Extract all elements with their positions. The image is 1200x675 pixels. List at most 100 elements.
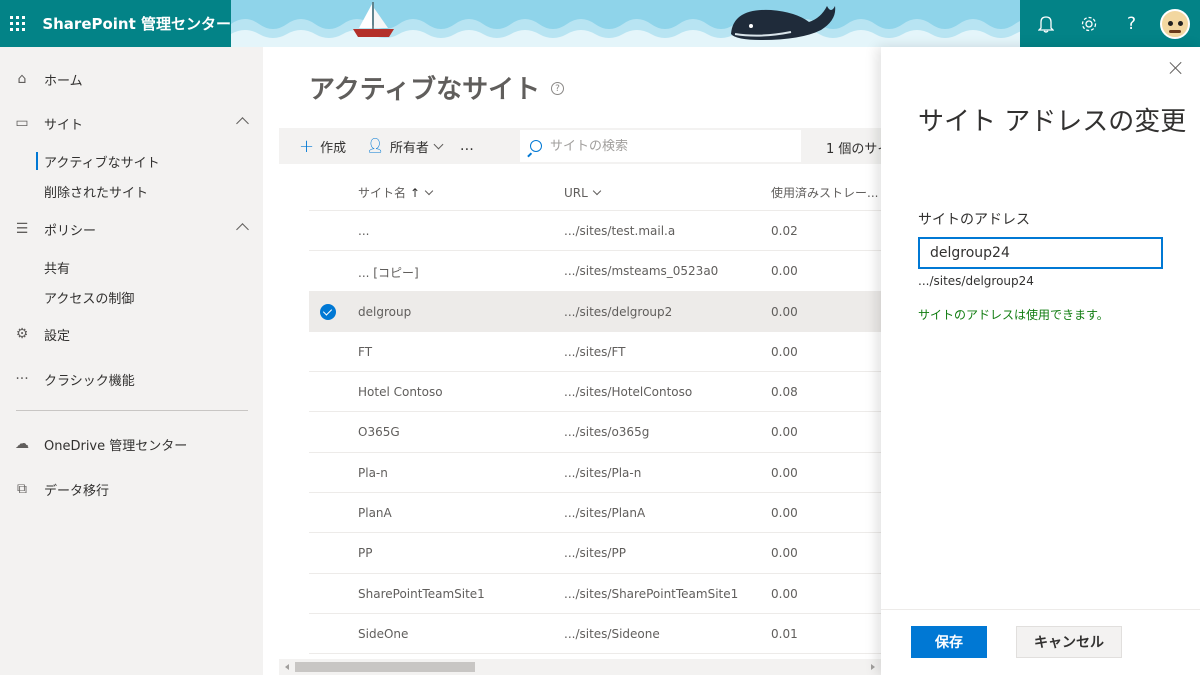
scrollbar-thumb[interactable] [295, 662, 475, 672]
column-header-url[interactable]: URL [564, 185, 602, 200]
cell-storage: 0.00 [771, 264, 798, 279]
nav-label-onedrive: OneDrive 管理センター [44, 438, 188, 454]
owner-button[interactable]: 👤︎ 所有者 [366, 137, 444, 156]
table-body: ... .../sites/test.mail.a 0.02 ... [コピー]...… [309, 211, 881, 655]
cell-name[interactable]: PlanA [358, 506, 392, 520]
table-row[interactable]: PlanA .../sites/PlanA 0.00 [309, 493, 881, 534]
cell-url: .../sites/FT [564, 344, 626, 359]
top-bar: SharePoint 管理センター ? [0, 0, 1200, 47]
app-title[interactable]: SharePoint 管理センター [42, 13, 231, 34]
cell-storage: 0.00 [771, 425, 798, 440]
scroll-left-icon[interactable] [285, 664, 289, 670]
cell-storage: 0.00 [771, 546, 798, 561]
table-row[interactable]: PP .../sites/PP 0.00 [309, 533, 881, 574]
chevron-down-icon [433, 139, 444, 149]
column-header-storage[interactable]: 使用済みストレー... [771, 184, 878, 201]
cell-url: .../sites/Sideone [564, 626, 660, 641]
site-count: 1 個のサイト [826, 142, 881, 157]
table-row[interactable]: O365G .../sites/o365g 0.00 [309, 412, 881, 453]
column-storage-label: 使用済みストレー... [771, 186, 879, 200]
header-actions: ? [1020, 0, 1200, 47]
chevron-up-icon[interactable] [236, 117, 249, 130]
chevron-up-icon[interactable] [236, 223, 249, 236]
panel-footer-divider [881, 609, 1200, 610]
brand-area: SharePoint 管理センター [0, 0, 231, 47]
table-row[interactable]: Pla-n .../sites/Pla-n 0.00 [309, 453, 881, 494]
table-row[interactable]: delgroup .../sites/delgroup2 0.00 [309, 291, 881, 332]
cell-url: .../sites/test.mail.a [564, 224, 676, 238]
gear-icon[interactable] [1069, 0, 1109, 47]
cell-storage: 0.00 [771, 304, 798, 319]
nav-item-sites[interactable]: ▭ サイト [0, 108, 263, 138]
nav-item-policies[interactable]: ☰ ポリシー [0, 214, 263, 244]
gear-icon: ⚙ [15, 326, 29, 342]
main-content: アクティブなサイト ? + 作成 👤︎ 所有者 … 1 個のサイト サイト名 ↑… [263, 47, 881, 675]
table-row[interactable]: FT .../sites/FT 0.00 [309, 332, 881, 373]
cell-url: .../sites/o365g [564, 425, 650, 440]
cell-url: .../sites/PP [564, 546, 626, 561]
nav-label-migration: データ移行 [44, 483, 110, 499]
table-row[interactable]: Hotel Contoso .../sites/HotelContoso 0.08 [309, 372, 881, 413]
table-row[interactable]: SideOne .../sites/Sideone 0.01 [309, 614, 881, 655]
table-header: サイト名 ↑ URL 使用済みストレー... [309, 175, 881, 211]
checkmark-icon[interactable] [320, 303, 336, 320]
table-row[interactable]: ... [コピー] .../sites/msteams_0523a0 0.00 [309, 251, 881, 292]
cell-url: .../sites/Pla-n [564, 465, 642, 480]
site-address-label: サイトのアドレス [918, 212, 1030, 228]
home-icon: ⌂ [17, 71, 27, 87]
create-button[interactable]: + 作成 [299, 136, 346, 157]
help-icon[interactable]: ? [551, 82, 564, 95]
cell-url: .../sites/SharePointTeamSite1 [564, 586, 739, 601]
nav-item-home[interactable]: ⌂ ホーム [0, 64, 263, 94]
column-header-name[interactable]: サイト名 ↑ [358, 184, 434, 201]
close-icon[interactable] [1168, 60, 1184, 76]
cell-name[interactable]: ... [コピー] [358, 264, 419, 281]
nav-item-deleted-sites[interactable]: 削除されたサイト [44, 180, 148, 202]
search-box[interactable] [520, 130, 801, 162]
bell-icon[interactable] [1026, 0, 1066, 47]
cell-storage: 0.00 [771, 586, 798, 601]
nav-label-settings: 設定 [44, 328, 71, 344]
column-url-label: URL [564, 185, 588, 200]
cell-name[interactable]: ... [358, 224, 369, 238]
horizontal-scrollbar[interactable] [279, 659, 881, 675]
save-button[interactable]: 保存 [911, 626, 987, 658]
page-title: アクティブなサイト [309, 75, 541, 105]
nav-item-sharing[interactable]: 共有 [44, 256, 70, 278]
nav-item-onedrive[interactable]: ☁ OneDrive 管理センター [0, 429, 263, 459]
cell-name[interactable]: SideOne [358, 627, 408, 641]
help-icon[interactable]: ? [1112, 0, 1152, 47]
nav-item-access-control[interactable]: アクセスの制御 [44, 286, 134, 308]
cell-name[interactable]: Pla-n [358, 466, 388, 480]
cell-storage: 0.00 [771, 344, 798, 359]
more-button[interactable]: … [460, 138, 476, 154]
table-row[interactable]: SharePointTeamSite1 .../sites/SharePointT… [309, 574, 881, 614]
cell-name[interactable]: delgroup [358, 305, 411, 319]
cell-name[interactable]: Hotel Contoso [358, 385, 443, 399]
panel-title: サイト アドレスの変更 [918, 107, 1187, 137]
waffle-icon[interactable] [0, 0, 34, 47]
create-label: 作成 [320, 140, 347, 156]
sites-table: サイト名 ↑ URL 使用済みストレー... ... .../sites/test… [309, 175, 881, 655]
nav-item-active-sites[interactable]: アクティブなサイト [36, 150, 160, 172]
cancel-button[interactable]: キャンセル [1016, 626, 1122, 658]
search-icon [530, 140, 542, 152]
cell-name[interactable]: O365G [358, 425, 400, 439]
cell-storage: 0.00 [771, 465, 798, 480]
cell-name[interactable]: SharePointTeamSite1 [358, 587, 485, 601]
availability-message: サイトのアドレスは使用できます。 [918, 308, 1109, 322]
cell-name[interactable]: FT [358, 345, 372, 359]
search-input[interactable] [550, 138, 790, 154]
nav-item-settings[interactable]: ⚙ 設定 [0, 319, 263, 349]
change-address-panel: サイト アドレスの変更 サイトのアドレス .../sites/delgroup2… [881, 47, 1200, 675]
nav-item-migration[interactable]: ⧉ データ移行 [0, 474, 263, 504]
scroll-right-icon[interactable] [871, 664, 875, 670]
avatar-button[interactable] [1155, 0, 1195, 47]
nav-item-classic[interactable]: ··· クラシック機能 [0, 364, 263, 394]
avatar [1159, 8, 1190, 39]
site-address-input[interactable] [918, 237, 1163, 269]
cell-url: .../sites/HotelContoso [564, 385, 693, 400]
cell-name[interactable]: PP [358, 546, 372, 560]
table-row[interactable]: ... .../sites/test.mail.a 0.02 [309, 211, 881, 252]
migration-icon: ⧉ [17, 481, 27, 497]
